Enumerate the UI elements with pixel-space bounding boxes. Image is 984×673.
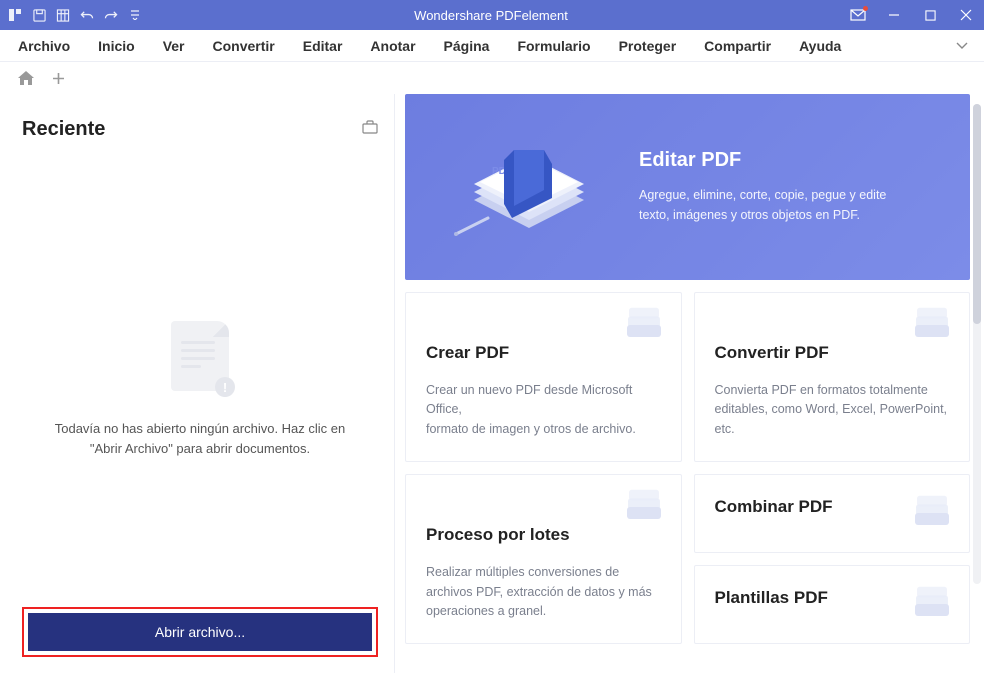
card-desc-line: formato de imagen y otros de archivo. [426, 422, 636, 436]
menu-inicio[interactable]: Inicio [84, 33, 149, 59]
notification-dot-icon [863, 6, 868, 11]
scrollbar[interactable] [973, 104, 981, 584]
empty-document-icon: ! [171, 321, 229, 391]
home-tab-icon[interactable] [18, 71, 34, 85]
menu-pagina[interactable]: Página [430, 33, 504, 59]
customize-qat-icon[interactable] [128, 8, 142, 22]
menu-ver[interactable]: Ver [149, 33, 199, 59]
templates-icon [911, 586, 953, 624]
card-desc-line: Crear un nuevo PDF desde Microsoft Offic… [426, 383, 632, 416]
tab-strip [0, 62, 984, 94]
menu-formulario[interactable]: Formulario [503, 33, 604, 59]
print-icon[interactable] [56, 8, 70, 22]
undo-icon[interactable] [80, 8, 94, 22]
hero-edit-pdf[interactable]: PDF Editar PDF Agregue, elimine, corte, … [405, 94, 970, 280]
card-combine-pdf[interactable]: Combinar PDF [694, 474, 971, 553]
create-pdf-icon [623, 307, 665, 345]
collapse-ribbon-icon[interactable] [956, 37, 968, 55]
combine-icon [911, 495, 953, 533]
app-logo-icon [8, 8, 22, 22]
recent-sidebar: Reciente ! Todavía no has abierto ningún… [0, 94, 395, 673]
open-file-button[interactable]: Abrir archivo... [28, 613, 372, 651]
redo-icon[interactable] [104, 8, 118, 22]
menu-proteger[interactable]: Proteger [605, 33, 691, 59]
quick-access-toolbar [0, 8, 142, 22]
briefcase-icon[interactable] [362, 120, 378, 139]
main-panel: PDF Editar PDF Agregue, elimine, corte, … [395, 94, 984, 673]
window-title: Wondershare PDFelement [142, 8, 840, 23]
card-templates-pdf[interactable]: Plantillas PDF [694, 565, 971, 644]
menu-compartir[interactable]: Compartir [690, 33, 785, 59]
minimize-button[interactable] [876, 0, 912, 30]
card-title: Crear PDF [426, 343, 661, 363]
card-desc: Convierta PDF en formatos totalmente edi… [715, 381, 950, 439]
menu-convertir[interactable]: Convertir [199, 33, 289, 59]
menu-ayuda[interactable]: Ayuda [785, 33, 855, 59]
convert-pdf-icon [911, 307, 953, 345]
menu-archivo[interactable]: Archivo [4, 33, 84, 59]
scrollbar-thumb[interactable] [973, 104, 981, 324]
recent-heading: Reciente [22, 118, 105, 141]
menu-bar: Archivo Inicio Ver Convertir Editar Anot… [0, 30, 984, 62]
open-file-highlight: Abrir archivo... [22, 607, 378, 657]
batch-icon [623, 489, 665, 527]
new-tab-icon[interactable] [52, 72, 65, 85]
card-title: Convertir PDF [715, 343, 950, 363]
mail-button[interactable] [840, 0, 876, 30]
hero-illustration-icon: PDF [429, 117, 629, 257]
card-desc: Realizar múltiples conversiones de archi… [426, 563, 661, 621]
save-icon[interactable] [32, 8, 46, 22]
menu-anotar[interactable]: Anotar [356, 33, 429, 59]
title-bar: Wondershare PDFelement [0, 0, 984, 30]
hero-desc: Agregue, elimine, corte, copie, pegue y … [639, 186, 909, 225]
hero-title: Editar PDF [639, 149, 909, 172]
close-button[interactable] [948, 0, 984, 30]
maximize-button[interactable] [912, 0, 948, 30]
card-create-pdf[interactable]: Crear PDF Crear un nuevo PDF desde Micro… [405, 292, 682, 462]
card-title: Proceso por lotes [426, 525, 661, 545]
card-batch-process[interactable]: Proceso por lotes Realizar múltiples con… [405, 474, 682, 644]
menu-editar[interactable]: Editar [289, 33, 357, 59]
recent-empty-message: Todavía no has abierto ningún archivo. H… [22, 419, 378, 459]
card-convert-pdf[interactable]: Convertir PDF Convierta PDF en formatos … [694, 292, 971, 462]
